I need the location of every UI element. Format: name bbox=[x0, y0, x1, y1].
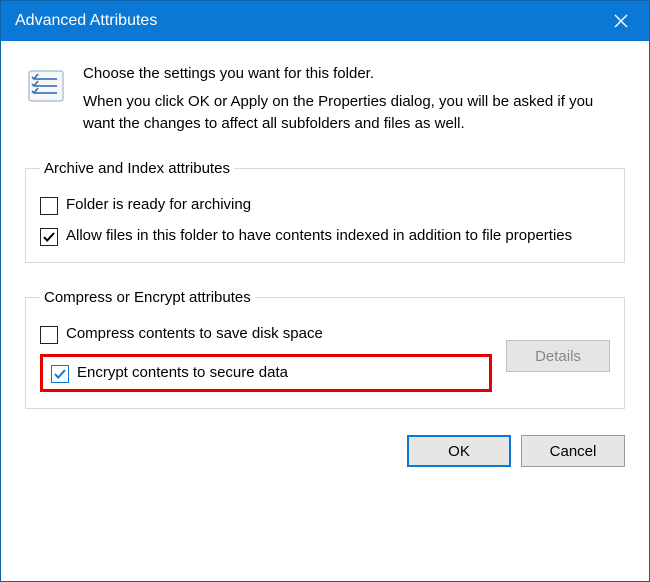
dialog-button-row: OK Cancel bbox=[1, 435, 649, 489]
dialog-title: Advanced Attributes bbox=[15, 12, 593, 30]
ok-button[interactable]: OK bbox=[407, 435, 511, 467]
check-icon bbox=[53, 367, 67, 381]
details-button: Details bbox=[506, 340, 610, 372]
folder-settings-icon bbox=[25, 65, 67, 107]
encrypt-checkbox[interactable] bbox=[51, 365, 69, 383]
encrypt-highlight: Encrypt contents to secure data bbox=[40, 354, 492, 392]
intro-text: Choose the settings you want for this fo… bbox=[83, 63, 625, 134]
compress-encrypt-legend: Compress or Encrypt attributes bbox=[40, 289, 255, 306]
index-checkbox[interactable] bbox=[40, 228, 58, 246]
encrypt-checkbox-label[interactable]: Encrypt contents to secure data bbox=[77, 363, 481, 383]
index-checkbox-label[interactable]: Allow files in this folder to have conte… bbox=[66, 226, 610, 246]
check-icon bbox=[42, 230, 56, 244]
intro-body: When you click OK or Apply on the Proper… bbox=[83, 91, 625, 135]
archive-index-group: Archive and Index attributes Folder is r… bbox=[25, 160, 625, 263]
close-icon bbox=[614, 14, 628, 28]
compress-encrypt-group: Compress or Encrypt attributes Compress … bbox=[25, 289, 625, 410]
archive-checkbox-row: Folder is ready for archiving bbox=[40, 195, 610, 215]
advanced-attributes-dialog: Advanced Attributes Choose the bbox=[0, 0, 650, 582]
archive-checkbox[interactable] bbox=[40, 197, 58, 215]
archive-index-legend: Archive and Index attributes bbox=[40, 160, 234, 177]
intro-row: Choose the settings you want for this fo… bbox=[25, 63, 625, 134]
titlebar: Advanced Attributes bbox=[1, 1, 649, 41]
compress-checkbox-row: Compress contents to save disk space bbox=[40, 324, 492, 344]
close-button[interactable] bbox=[593, 1, 649, 41]
compress-checkbox-label[interactable]: Compress contents to save disk space bbox=[66, 324, 492, 344]
compress-checkbox[interactable] bbox=[40, 326, 58, 344]
dialog-content: Choose the settings you want for this fo… bbox=[1, 41, 649, 409]
intro-heading: Choose the settings you want for this fo… bbox=[83, 63, 625, 85]
index-checkbox-row: Allow files in this folder to have conte… bbox=[40, 226, 610, 246]
cancel-button[interactable]: Cancel bbox=[521, 435, 625, 467]
archive-checkbox-label[interactable]: Folder is ready for archiving bbox=[66, 195, 610, 215]
